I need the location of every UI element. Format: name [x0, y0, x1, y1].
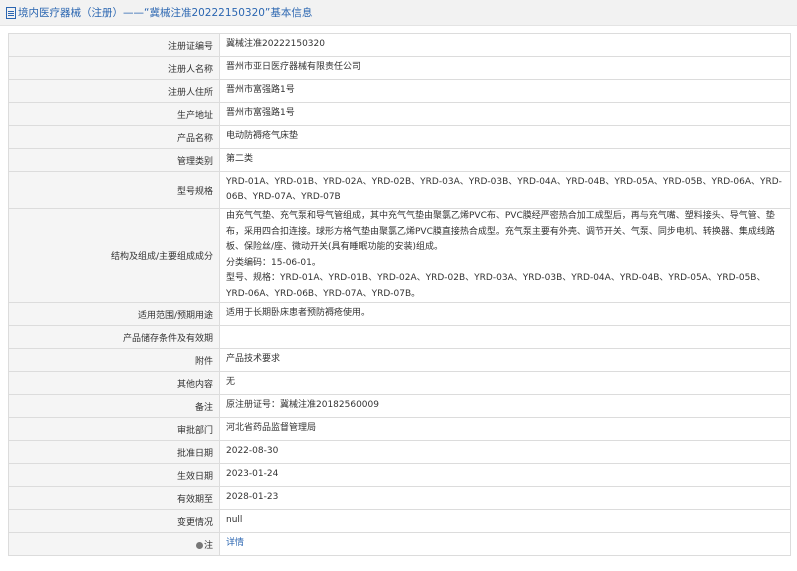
row-label: 附件 — [8, 348, 220, 372]
row-label: 管理类别 — [8, 148, 220, 172]
info-table: 注册证编号 冀械注准20222150320 注册人名称 晋州市亚日医疗器械有限责… — [8, 33, 791, 556]
table-row: 有效期至 2028-01-23 — [8, 486, 791, 510]
row-value: 原注册证号：冀械注准20182560009 — [219, 394, 791, 418]
table-row: 其他内容 无 — [8, 371, 791, 395]
row-label: 生产地址 — [8, 102, 220, 126]
row-value: 2023-01-24 — [219, 463, 791, 487]
table-row: 批准日期 2022-08-30 — [8, 440, 791, 464]
row-value — [219, 325, 791, 349]
table-row: 注 详情 — [8, 532, 791, 556]
row-value: 详情 — [219, 532, 791, 556]
row-label: 注册人名称 — [8, 56, 220, 80]
table-row: 注册证编号 冀械注准20222150320 — [8, 33, 791, 57]
table-row: 变更情况 null — [8, 509, 791, 533]
row-value: 无 — [219, 371, 791, 395]
table-row: 备注 原注册证号：冀械注准20182560009 — [8, 394, 791, 418]
row-value: 适用于长期卧床患者预防褥疮使用。 — [219, 302, 791, 326]
row-value: 晋州市富强路1号 — [219, 102, 791, 126]
row-value: 第二类 — [219, 148, 791, 172]
row-label: 有效期至 — [8, 486, 220, 510]
row-value: 晋州市亚日医疗器械有限责任公司 — [219, 56, 791, 80]
table-row: 管理类别 第二类 — [8, 148, 791, 172]
table-row: 型号规格 YRD-01A、YRD-01B、YRD-02A、YRD-02B、YRD… — [8, 171, 791, 209]
row-label: 其他内容 — [8, 371, 220, 395]
table-row: 注册人住所 晋州市富强路1号 — [8, 79, 791, 103]
row-value: 晋州市富强路1号 — [219, 79, 791, 103]
row-label: 审批部门 — [8, 417, 220, 441]
row-label: 注 — [8, 532, 220, 556]
row-label: 变更情况 — [8, 509, 220, 533]
row-value: null — [219, 509, 791, 533]
table-row: 产品储存条件及有效期 — [8, 325, 791, 349]
page-header: 境内医疗器械（注册）——“冀械注准20222150320”基本信息 — [0, 0, 797, 26]
row-label: 生效日期 — [8, 463, 220, 487]
table-row: 注册人名称 晋州市亚日医疗器械有限责任公司 — [8, 56, 791, 80]
table-row: 生效日期 2023-01-24 — [8, 463, 791, 487]
row-label: 批准日期 — [8, 440, 220, 464]
classification-code: 分类编码：15-06-01。 — [226, 257, 321, 268]
row-label: 适用范围/预期用途 — [8, 302, 220, 326]
table-row: 附件 产品技术要求 — [8, 348, 791, 372]
table-row: 产品名称 电动防褥疮气床垫 — [8, 125, 791, 149]
row-value: 冀械注准20222150320 — [219, 33, 791, 57]
row-label: 产品储存条件及有效期 — [8, 325, 220, 349]
row-value: 河北省药品监督管理局 — [219, 417, 791, 441]
row-label: 型号规格 — [8, 171, 220, 209]
row-label: 注册人住所 — [8, 79, 220, 103]
structure-description: 由充气气垫、充气泵和导气管组成，其中充气气垫由聚氯乙烯PVC布、PVC膜经严密热… — [226, 211, 775, 252]
row-value: YRD-01A、YRD-01B、YRD-02A、YRD-02B、YRD-03A、… — [219, 171, 791, 209]
info-dot-icon — [195, 541, 203, 549]
row-value: 产品技术要求 — [219, 348, 791, 372]
row-value: 电动防褥疮气床垫 — [219, 125, 791, 149]
row-label: 注册证编号 — [8, 33, 220, 57]
row-value: 由充气气垫、充气泵和导气管组成，其中充气气垫由聚氯乙烯PVC布、PVC膜经严密热… — [219, 208, 791, 303]
page-title: 境内医疗器械（注册）——“冀械注准20222150320”基本信息 — [18, 7, 313, 19]
details-link[interactable]: 详情 — [226, 538, 244, 548]
row-label: 结构及组成/主要组成成分 — [8, 208, 220, 303]
row-value: 2022-08-30 — [219, 440, 791, 464]
note-label: 注 — [203, 540, 213, 551]
model-specs: 型号、规格：YRD-01A、YRD-01B、YRD-02A、YRD-02B、YR… — [226, 273, 766, 299]
table-row: 结构及组成/主要组成成分 由充气气垫、充气泵和导气管组成，其中充气气垫由聚氯乙烯… — [8, 208, 791, 303]
document-icon — [6, 6, 16, 19]
table-row: 审批部门 河北省药品监督管理局 — [8, 417, 791, 441]
row-value: 2028-01-23 — [219, 486, 791, 510]
table-row: 生产地址 晋州市富强路1号 — [8, 102, 791, 126]
row-label: 备注 — [8, 394, 220, 418]
table-row: 适用范围/预期用途 适用于长期卧床患者预防褥疮使用。 — [8, 302, 791, 326]
row-label: 产品名称 — [8, 125, 220, 149]
